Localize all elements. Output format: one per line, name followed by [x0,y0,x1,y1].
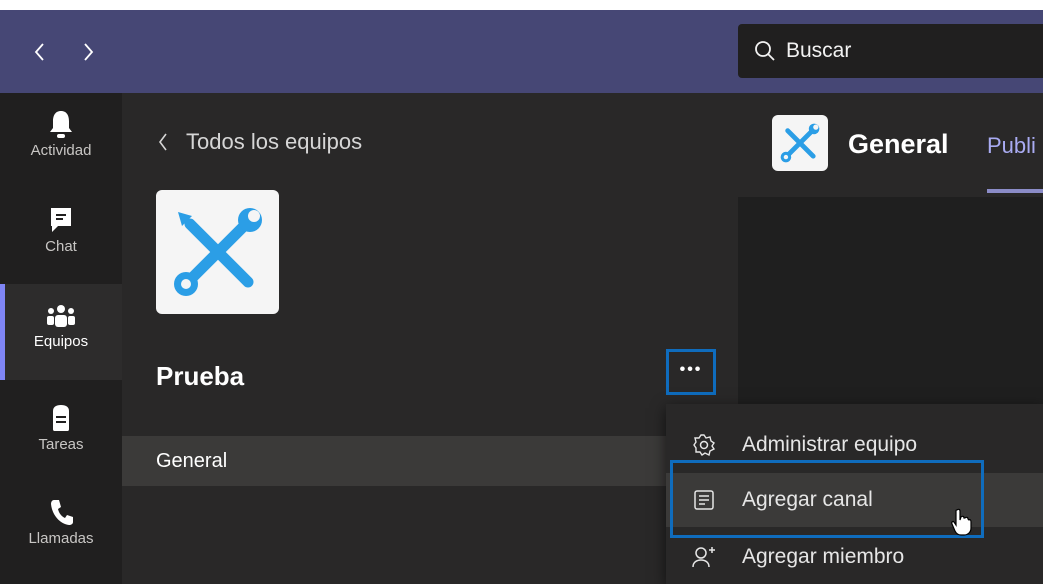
channel-title: General [848,129,949,159]
rail-item-chat[interactable]: Chat [0,205,122,277]
chat-icon [51,208,71,232]
more-options-button[interactable]: ••• [666,349,716,395]
tab-publicaciones[interactable]: Publi [987,133,1036,159]
chevron-right-icon [84,43,94,61]
menu-item-label: Agregar canal [742,488,873,511]
menu-item-add-member[interactable]: Agregar miembro [666,530,1043,584]
channel-label: General [156,449,228,472]
more-options-icon: ••• [679,361,703,378]
active-tab-indicator [987,189,1043,193]
menu-item-add-channel[interactable]: Agregar canal [666,473,1043,527]
menu-item-label: Administrar equipo [742,433,918,456]
rail-item-label: Actividad [30,142,92,159]
gear-icon [691,432,717,458]
search-placeholder: Buscar [786,39,852,62]
rail-item-llamadas[interactable]: Llamadas [0,497,122,569]
search-input[interactable]: Buscar [738,24,1043,78]
app-rail: Actividad Chat Equipos Tareas Llamadas [0,93,122,584]
rail-item-equipos[interactable]: Equipos [0,284,122,380]
menu-item-label: Agregar miembro [742,545,905,568]
team-panel: Todos los equipos Prueba ••• General [122,93,738,584]
phone-icon [51,500,73,525]
add-channel-icon [691,487,717,513]
channel-header: General Publi [738,93,1043,197]
rail-item-tareas[interactable]: Tareas [0,403,122,475]
tasks-icon [53,405,69,431]
back-button[interactable] [28,40,50,64]
team-logo [156,190,279,314]
rail-item-actividad[interactable]: Actividad [0,109,122,181]
hand-cursor-icon [951,508,972,536]
channel-logo [772,115,828,171]
tools-icon [780,123,820,163]
team-name: Prueba [156,361,245,391]
chevron-left-icon [34,43,44,61]
channel-item-general[interactable]: General [122,436,738,486]
menu-item-manage-team[interactable]: Administrar equipo [666,418,1043,472]
chevron-left-icon [159,133,167,151]
rail-item-label: Tareas [38,436,84,453]
all-teams-label: Todos los equipos [186,129,363,154]
search-icon [755,41,775,61]
rail-item-label: Llamadas [28,530,94,547]
rail-item-label: Equipos [33,333,89,350]
all-teams-link[interactable]: Todos los equipos [158,129,362,155]
forward-button[interactable] [78,40,100,64]
teams-icon [47,305,75,327]
tools-icon [173,208,262,296]
bell-icon [50,111,72,138]
add-person-icon [691,544,717,570]
rail-item-label: Chat [45,238,77,255]
team-context-menu: Administrar equipo Agregar canal Agregar… [666,404,1043,584]
